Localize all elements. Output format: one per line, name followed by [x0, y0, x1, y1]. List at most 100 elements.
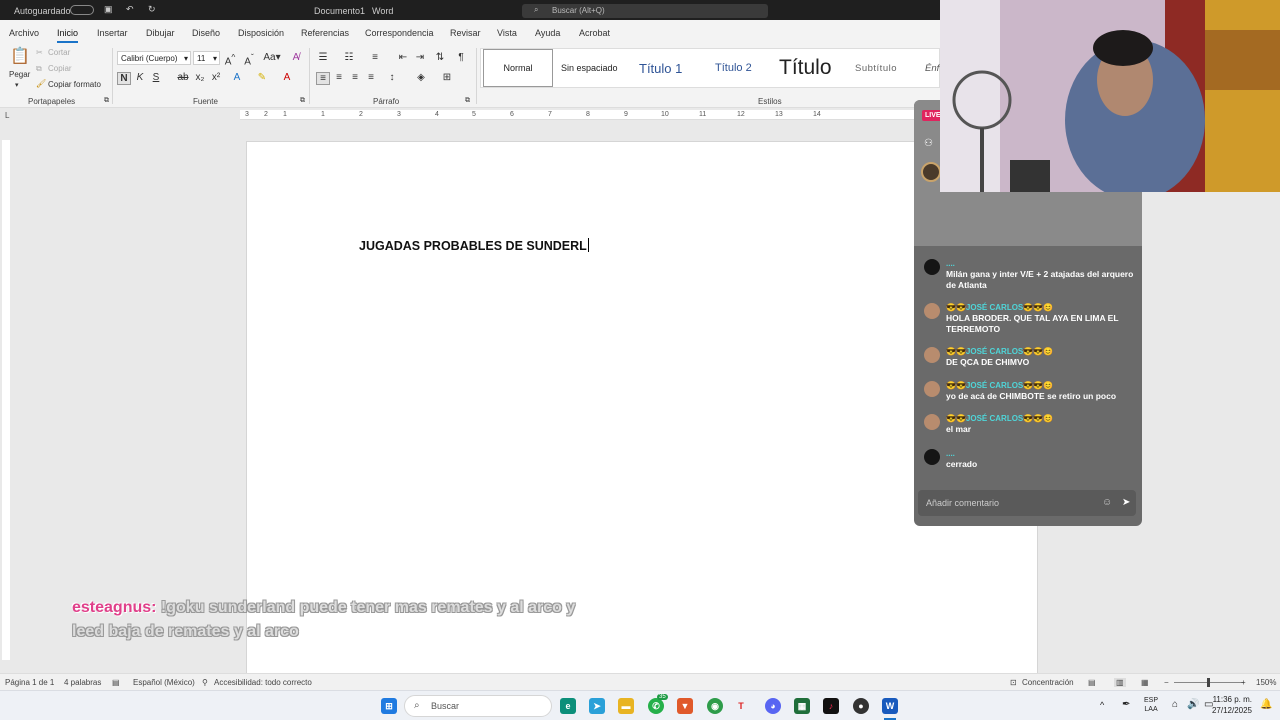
- clear-format-icon[interactable]: A̸: [289, 52, 303, 63]
- align-center-icon[interactable]: ≡: [332, 72, 346, 83]
- host-avatar[interactable]: [921, 162, 941, 182]
- telegram-icon[interactable]: ➤: [589, 698, 605, 714]
- paste-dropdown-icon[interactable]: ▾: [15, 81, 19, 89]
- undo-icon[interactable]: ↶: [126, 4, 134, 15]
- start-icon[interactable]: ⊞: [381, 698, 397, 714]
- justify-icon[interactable]: ≡: [364, 72, 378, 83]
- word-count[interactable]: 4 palabras: [64, 678, 101, 687]
- increase-indent-icon[interactable]: ⇥: [413, 52, 427, 63]
- tab-inicio[interactable]: Inicio: [57, 28, 79, 43]
- decrease-indent-icon[interactable]: ⇤: [396, 52, 410, 63]
- tab-dibujar[interactable]: Dibujar: [146, 28, 175, 38]
- comment-input[interactable]: Añadir comentario ☺ ➤: [918, 490, 1136, 516]
- clipboard-launcher-icon[interactable]: ⧉: [104, 97, 109, 105]
- underline-button[interactable]: S: [149, 72, 163, 83]
- show-marks-icon[interactable]: ¶: [454, 52, 468, 63]
- tiktok-icon[interactable]: ♪: [823, 698, 839, 714]
- subscript-icon[interactable]: x₂: [193, 72, 207, 83]
- word-icon[interactable]: W: [882, 698, 898, 714]
- line-spacing-icon[interactable]: ↕: [385, 72, 399, 83]
- zoom-slider-thumb[interactable]: [1207, 678, 1210, 687]
- tab-diseno[interactable]: Diseño: [192, 28, 220, 38]
- focus-mode[interactable]: Concentración: [1022, 678, 1074, 687]
- chat-username[interactable]: ....: [946, 448, 1136, 459]
- vertical-ruler[interactable]: [2, 140, 10, 660]
- read-mode-icon[interactable]: ▤: [1088, 678, 1096, 687]
- whatsapp-icon[interactable]: ✆: [648, 698, 664, 714]
- calculator-icon[interactable]: ▦: [794, 698, 810, 714]
- paste-button[interactable]: Pegar: [9, 70, 30, 79]
- language-indicator[interactable]: ESP LAA: [1144, 696, 1158, 714]
- file-explorer-icon[interactable]: ▬: [618, 698, 634, 714]
- edge-icon[interactable]: e: [560, 698, 576, 714]
- italic-button[interactable]: K: [133, 72, 147, 83]
- chat-avatar[interactable]: [924, 381, 940, 397]
- bullets-icon[interactable]: ☰: [316, 52, 330, 63]
- tab-disposicion[interactable]: Disposición: [238, 28, 284, 38]
- send-icon[interactable]: ➤: [1122, 497, 1130, 508]
- style-titulo-1[interactable]: Título 1: [633, 49, 688, 87]
- chat-username[interactable]: 😎😎JOSÉ CARLOS😎😎😊: [946, 380, 1136, 391]
- document-text[interactable]: JUGADAS PROBABLES DE SUNDERL: [359, 238, 589, 253]
- strikethrough-icon[interactable]: ab: [176, 72, 190, 83]
- proofing-icon[interactable]: ▤: [112, 678, 120, 687]
- grow-font-icon[interactable]: A^: [223, 52, 237, 67]
- language-status[interactable]: Español (México): [133, 678, 195, 687]
- save-icon[interactable]: ▣: [104, 4, 113, 15]
- tab-insertar[interactable]: Insertar: [97, 28, 128, 38]
- tab-revisar[interactable]: Revisar: [450, 28, 481, 38]
- format-painter-button[interactable]: Copiar formato: [48, 80, 101, 89]
- shading-icon[interactable]: ◈: [414, 72, 428, 83]
- pen-icon[interactable]: ✒: [1122, 699, 1130, 710]
- typora-icon[interactable]: T: [733, 698, 749, 714]
- chat-avatar[interactable]: [924, 449, 940, 465]
- tab-referencias[interactable]: Referencias: [301, 28, 349, 38]
- tab-acrobat[interactable]: Acrobat: [579, 28, 610, 38]
- zoom-level[interactable]: 150%: [1256, 678, 1276, 687]
- tab-ayuda[interactable]: Ayuda: [535, 28, 560, 38]
- font-launcher-icon[interactable]: ⧉: [300, 97, 305, 105]
- chat-avatar[interactable]: [924, 303, 940, 319]
- change-case-icon[interactable]: Aa▾: [262, 52, 282, 63]
- paste-icon[interactable]: 📋: [10, 46, 30, 66]
- sort-icon[interactable]: ⇅: [433, 52, 447, 63]
- brave-icon[interactable]: ▼: [677, 698, 693, 714]
- multilevel-list-icon[interactable]: ≡: [368, 52, 382, 63]
- tab-archivo[interactable]: Archivo: [9, 28, 39, 38]
- chat-username[interactable]: 😎😎JOSÉ CARLOS😎😎😊: [946, 346, 1136, 357]
- style-subtitulo[interactable]: Subtítulo: [849, 49, 903, 87]
- align-right-icon[interactable]: ≡: [348, 72, 362, 83]
- borders-icon[interactable]: ⊞: [440, 72, 454, 83]
- shrink-font-icon[interactable]: Aˇ: [242, 52, 256, 67]
- zoom-out-icon[interactable]: −: [1164, 678, 1169, 687]
- chat-avatar[interactable]: [924, 414, 940, 430]
- style-titulo[interactable]: Título: [773, 49, 838, 87]
- style-normal[interactable]: Normal: [483, 49, 553, 87]
- chat-avatar[interactable]: [924, 347, 940, 363]
- accessibility-status[interactable]: Accesibilidad: todo correcto: [214, 678, 312, 687]
- style-sin-espaciado[interactable]: Sin espaciado: [555, 49, 624, 87]
- taskbar-search[interactable]: ⌕ Buscar: [404, 695, 552, 717]
- web-layout-icon[interactable]: ▦: [1141, 678, 1149, 687]
- numbering-icon[interactable]: ☷: [342, 52, 356, 63]
- align-left-icon[interactable]: ≡: [316, 72, 330, 85]
- chat-username[interactable]: 😎😎JOSÉ CARLOS😎😎😊: [946, 413, 1136, 424]
- clock[interactable]: 11:36 p. m. 27/12/2025: [1210, 694, 1252, 716]
- obs-icon[interactable]: ●: [853, 698, 869, 714]
- font-name-select[interactable]: Calibri (Cuerpo) ▾: [117, 51, 191, 65]
- text-effects-icon[interactable]: A: [230, 72, 244, 83]
- copy-button[interactable]: Copiar: [48, 64, 72, 73]
- tab-vista[interactable]: Vista: [497, 28, 517, 38]
- notifications-icon[interactable]: 🔔: [1260, 699, 1272, 710]
- wifi-icon[interactable]: ⌂: [1172, 699, 1178, 710]
- highlight-icon[interactable]: ✎: [255, 72, 269, 83]
- search-box[interactable]: ⌕ Buscar (Alt+Q): [522, 4, 768, 18]
- font-color-icon[interactable]: A: [280, 72, 294, 83]
- paragraph-launcher-icon[interactable]: ⧉: [465, 97, 470, 105]
- chat-username[interactable]: ....: [946, 258, 1136, 269]
- font-size-select[interactable]: 11 ▾: [193, 51, 220, 65]
- redo-icon[interactable]: ↻: [148, 4, 156, 15]
- emoji-icon[interactable]: ☺: [1102, 497, 1112, 508]
- bold-button[interactable]: N: [117, 72, 131, 85]
- horizontal-ruler[interactable]: 3 2 1 1 2 3 4 5 6 7 8 9 10 11 12 13 14: [240, 110, 940, 120]
